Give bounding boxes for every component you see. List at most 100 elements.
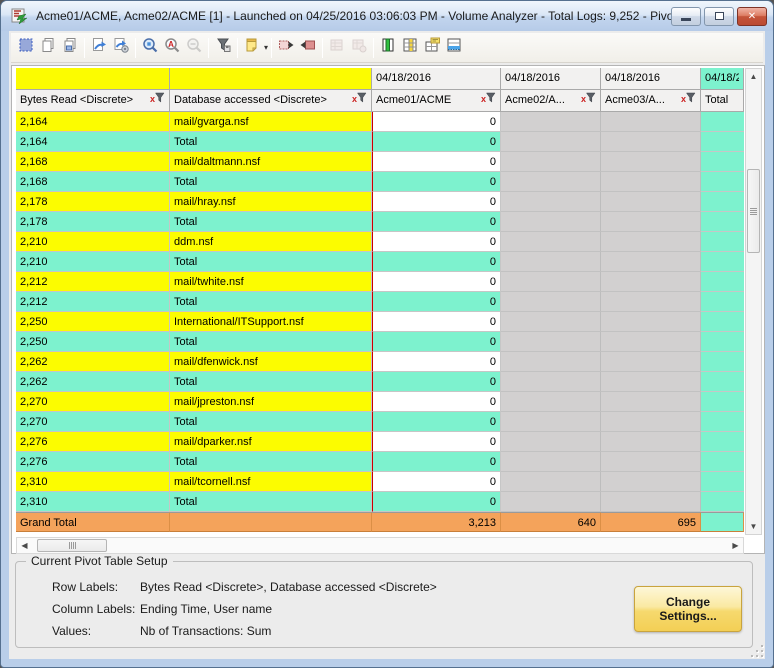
column-header-1[interactable]: Database accessed <Discrete>x [170, 90, 372, 112]
bytes-read-cell[interactable]: 2,250 [16, 332, 170, 352]
acme03-value-cell[interactable] [601, 212, 701, 232]
acme03-value-cell[interactable] [601, 132, 701, 152]
acme02-value-cell[interactable] [501, 332, 601, 352]
copy-button[interactable] [37, 37, 59, 59]
date-header-cell[interactable]: 04/18/2016 [501, 68, 601, 90]
table-row[interactable]: 2,270Total0 [16, 412, 744, 432]
table-row[interactable]: 2,178mail/hray.nsf0 [16, 192, 744, 212]
acme02-value-cell[interactable] [501, 292, 601, 312]
table-row[interactable]: 2,164Total0 [16, 132, 744, 152]
acme03-value-cell[interactable] [601, 492, 701, 512]
scroll-up-arrow[interactable]: ▲ [746, 69, 761, 84]
filter-icon[interactable]: x [481, 90, 496, 111]
change-settings-button[interactable]: Change Settings... [634, 586, 742, 632]
close-button[interactable]: ✕ [737, 7, 767, 26]
row-total-cell[interactable] [701, 372, 744, 392]
bytes-read-cell[interactable]: 2,168 [16, 152, 170, 172]
row-total-cell[interactable] [701, 272, 744, 292]
find-button[interactable]: A [161, 37, 183, 59]
table-row[interactable]: 2,270mail/jpreston.nsf0 [16, 392, 744, 412]
acme03-value-cell[interactable] [601, 452, 701, 472]
acme01-value-cell[interactable]: 0 [372, 172, 501, 192]
column-header-2[interactable]: Acme01/ACMEx [372, 90, 501, 112]
database-cell[interactable]: mail/jpreston.nsf [170, 392, 372, 412]
filter-icon[interactable]: x [352, 90, 367, 111]
database-cell[interactable]: ddm.nsf [170, 232, 372, 252]
row-total-cell[interactable] [701, 312, 744, 332]
database-cell[interactable]: mail/gvarga.nsf [170, 112, 372, 132]
expand-columns-button[interactable] [275, 37, 297, 59]
database-cell[interactable]: Total [170, 452, 372, 472]
highlight-column-button[interactable] [399, 37, 421, 59]
highlight-row-button[interactable] [443, 37, 465, 59]
database-cell[interactable]: Total [170, 252, 372, 272]
table-row[interactable]: 2,250International/ITSupport.nsf0 [16, 312, 744, 332]
row-total-cell[interactable] [701, 392, 744, 412]
acme01-value-cell[interactable]: 0 [372, 412, 501, 432]
acme03-value-cell[interactable] [601, 472, 701, 492]
acme02-value-cell[interactable] [501, 132, 601, 152]
bytes-read-cell[interactable]: 2,276 [16, 432, 170, 452]
table-row[interactable]: 2,164mail/gvarga.nsf0 [16, 112, 744, 132]
row-total-cell[interactable] [701, 452, 744, 472]
acme02-value-cell[interactable] [501, 492, 601, 512]
acme01-value-cell[interactable]: 0 [372, 252, 501, 272]
horizontal-scrollbar[interactable]: ◀ ▶ [16, 537, 744, 554]
table-row[interactable]: 2,310mail/tcornell.nsf0 [16, 472, 744, 492]
acme01-value-cell[interactable]: 0 [372, 352, 501, 372]
minimize-button[interactable] [671, 7, 701, 26]
acme02-value-cell[interactable] [501, 372, 601, 392]
dropdown-caret-icon[interactable]: ▾ [264, 43, 268, 52]
acme02-value-cell[interactable] [501, 252, 601, 272]
bytes-read-cell[interactable]: 2,178 [16, 192, 170, 212]
table-row[interactable]: 2,210Total0 [16, 252, 744, 272]
acme02-value-cell[interactable] [501, 352, 601, 372]
table-row[interactable]: 2,168mail/daltmann.nsf0 [16, 152, 744, 172]
acme03-value-cell[interactable] [601, 272, 701, 292]
table-row[interactable]: 2,276mail/dparker.nsf0 [16, 432, 744, 452]
acme03-value-cell[interactable] [601, 432, 701, 452]
database-cell[interactable]: Total [170, 332, 372, 352]
database-cell[interactable]: Total [170, 172, 372, 192]
scroll-down-arrow[interactable]: ▼ [746, 519, 761, 534]
acme01-value-cell[interactable]: 0 [372, 132, 501, 152]
grand-total-row[interactable]: Grand Total 3,213 640 695 [16, 512, 744, 532]
row-total-cell[interactable] [701, 332, 744, 352]
acme02-value-cell[interactable] [501, 192, 601, 212]
acme03-value-cell[interactable] [601, 152, 701, 172]
acme01-value-cell[interactable]: 0 [372, 212, 501, 232]
table-row[interactable]: 2,178Total0 [16, 212, 744, 232]
database-cell[interactable]: Total [170, 212, 372, 232]
column-header-4[interactable]: Acme03/A...x [601, 90, 701, 112]
acme03-value-cell[interactable] [601, 332, 701, 352]
row-total-cell[interactable] [701, 432, 744, 452]
bytes-read-cell[interactable]: 2,210 [16, 232, 170, 252]
acme01-value-cell[interactable]: 0 [372, 492, 501, 512]
row-total-cell[interactable] [701, 492, 744, 512]
acme03-value-cell[interactable] [601, 252, 701, 272]
acme02-value-cell[interactable] [501, 232, 601, 252]
acme01-value-cell[interactable]: 0 [372, 152, 501, 172]
date-header-cell[interactable]: 04/18/2016 [372, 68, 501, 90]
bytes-read-cell[interactable]: 2,168 [16, 172, 170, 192]
acme03-value-cell[interactable] [601, 412, 701, 432]
acme02-value-cell[interactable] [501, 452, 601, 472]
column-bars-button[interactable] [377, 37, 399, 59]
bytes-read-cell[interactable]: 2,164 [16, 112, 170, 132]
table-row[interactable]: 2,210ddm.nsf0 [16, 232, 744, 252]
resize-grip[interactable] [750, 644, 763, 657]
row-total-cell[interactable] [701, 212, 744, 232]
zoom-selection-button[interactable] [139, 37, 161, 59]
acme02-value-cell[interactable] [501, 112, 601, 132]
scroll-right-arrow[interactable]: ▶ [728, 538, 743, 553]
database-cell[interactable]: mail/hray.nsf [170, 192, 372, 212]
bytes-read-cell[interactable]: 2,310 [16, 472, 170, 492]
export-options-button[interactable] [110, 37, 132, 59]
select-all-button[interactable] [15, 37, 37, 59]
cell-comment-button[interactable] [421, 37, 443, 59]
database-cell[interactable]: Total [170, 292, 372, 312]
horizontal-scroll-thumb[interactable] [37, 539, 107, 552]
row-total-cell[interactable] [701, 192, 744, 212]
copy-with-headers-button[interactable] [59, 37, 81, 59]
bytes-read-cell[interactable]: 2,262 [16, 372, 170, 392]
